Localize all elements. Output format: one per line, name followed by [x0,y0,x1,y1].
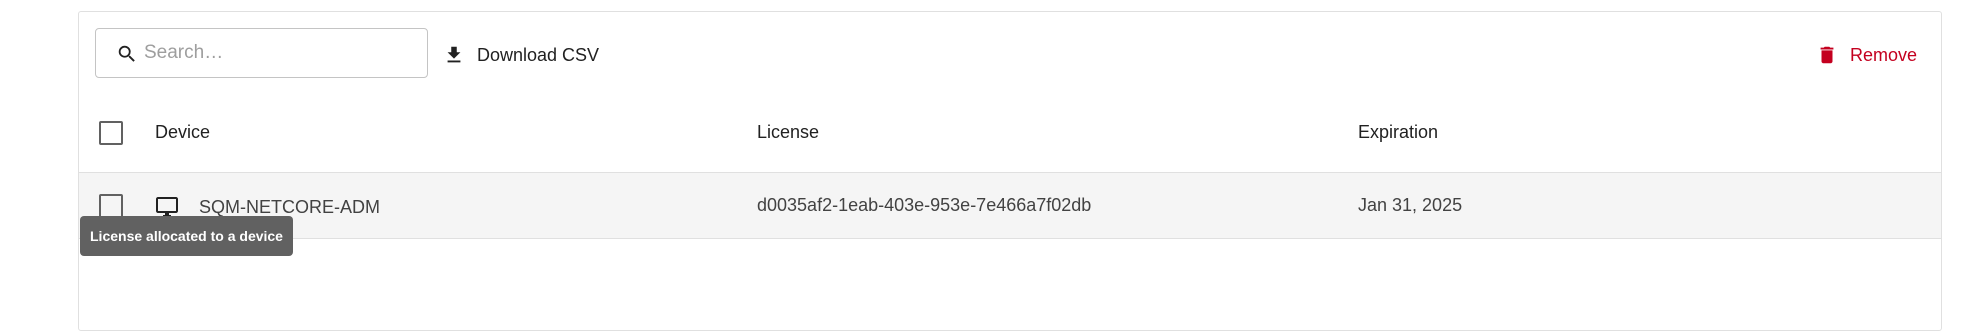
device-tooltip: License allocated to a device [80,216,293,256]
download-csv-button[interactable]: Download CSV [443,40,599,70]
licenses-table: Device License Expiration SQM-NETCORE-AD… [79,94,1941,239]
expiration-date: Jan 31, 2025 [1358,195,1463,215]
column-header-device[interactable]: Device [155,122,210,143]
license-key: d0035af2-1eab-403e-953e-7e466a7f02db [757,195,1092,215]
licenses-panel: Download CSV Remove Device License Expir… [78,11,1942,331]
search-input[interactable] [144,29,414,77]
select-all-checkbox[interactable] [99,121,123,145]
table-row[interactable]: SQM-NETCORE-ADM d0035af2-1eab-403e-953e-… [79,173,1941,239]
search-icon [118,45,135,62]
row-checkbox[interactable] [99,194,123,218]
remove-button[interactable]: Remove [1816,40,1917,70]
column-header-expiration[interactable]: Expiration [1358,122,1438,143]
search-field[interactable] [95,28,428,78]
download-csv-label: Download CSV [477,44,600,65]
remove-label: Remove [1849,44,1917,65]
trash-icon [1820,46,1834,64]
download-icon [447,46,461,63]
table-header-row: Device License Expiration [79,94,1941,173]
device-name: SQM-NETCORE-ADM [199,196,380,217]
column-header-license[interactable]: License [757,122,819,143]
toolbar: Download CSV Remove [79,12,1941,94]
